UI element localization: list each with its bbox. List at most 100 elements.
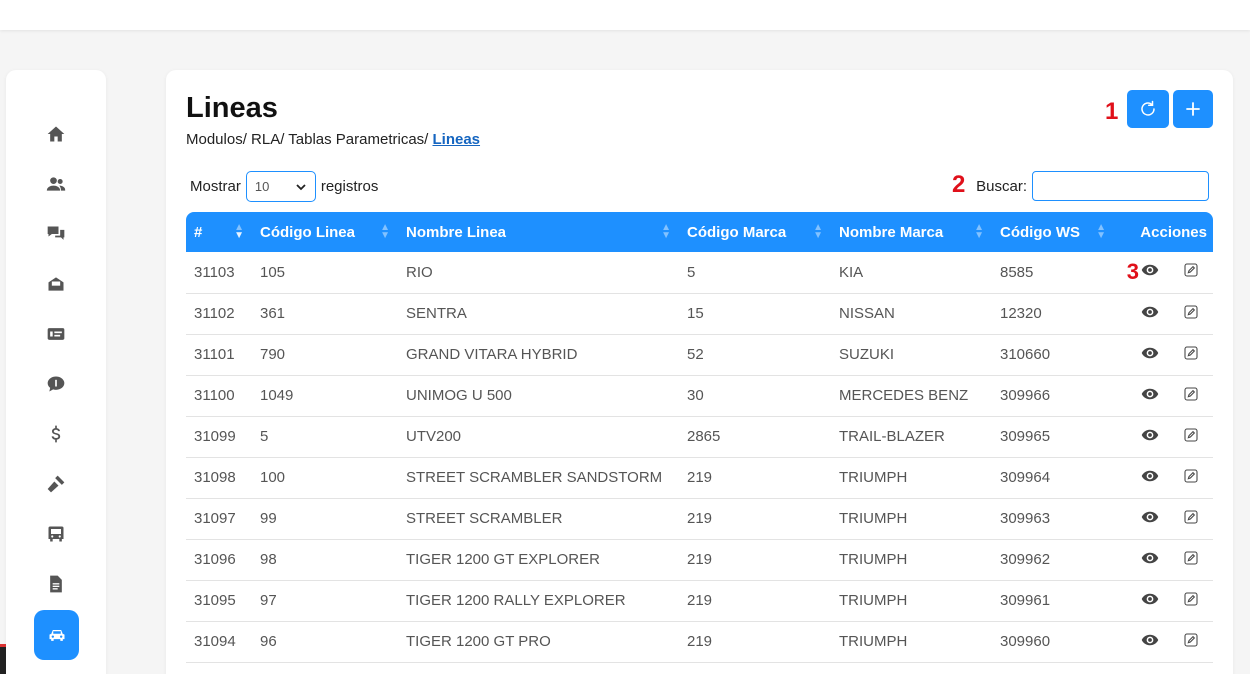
column-header-nombre-marca[interactable]: Nombre Marca ▲ ▼ (831, 212, 992, 252)
edit-icon[interactable] (1183, 304, 1199, 324)
column-header-id[interactable]: # ▲ ▼ (186, 212, 252, 252)
search-box: Buscar: (976, 171, 1209, 201)
view-icon[interactable] (1141, 344, 1159, 366)
cell-codigo-marca: 219 (679, 621, 831, 663)
view-icon[interactable] (1141, 303, 1159, 325)
edit-icon[interactable] (1183, 591, 1199, 611)
column-header-codigo-ws[interactable]: Código WS ▲ ▼ (992, 212, 1114, 252)
sidebar-item-vehicles[interactable] (34, 610, 79, 660)
view-icon[interactable] (1141, 590, 1159, 612)
cell-codigo-linea: 790 (252, 334, 398, 376)
edit-icon[interactable] (1183, 427, 1199, 447)
length-menu-prefix: Mostrar (190, 178, 241, 195)
column-header-nombre-linea[interactable]: Nombre Linea ▲ ▼ (398, 212, 679, 252)
table-row: 31102 361 SENTRA 15 NISSAN 12320 (186, 293, 1213, 335)
table-header-row: # ▲ ▼ Código Linea ▲ ▼ Nombre Linea ▲ ▼ Código… (186, 212, 1213, 252)
column-header-codigo-marca[interactable]: Código Marca ▲ ▼ (679, 212, 831, 252)
breadcrumb-current-link[interactable]: Lineas (433, 131, 481, 148)
cell-id: 31098 (186, 457, 252, 499)
breadcrumb-path: Modulos/ RLA/ Tablas Parametricas/ (186, 131, 433, 148)
cell-codigo-linea: 105 (252, 252, 398, 294)
table-row: 31095 97 TIGER 1200 RALLY EXPLORER 219 TRIUM… (186, 580, 1213, 622)
cell-nombre-marca: KIA (831, 252, 992, 294)
cell-codigo-marca: 219 (679, 539, 831, 581)
sidebar-item-inbox[interactable] (34, 262, 78, 306)
sidebar-item-finance[interactable] (34, 412, 78, 456)
cell-acciones (1114, 621, 1213, 663)
home-icon (47, 126, 65, 142)
cell-codigo-marca: 15 (679, 293, 831, 335)
cell-codigo-linea: 1049 (252, 375, 398, 417)
cell-codigo-ws: 309965 (992, 416, 1114, 458)
top-navbar (0, 0, 1250, 30)
comment-dollar-icon (47, 376, 65, 392)
cell-nombre-marca: MERCEDES BENZ (831, 375, 992, 417)
view-icon[interactable] (1141, 631, 1159, 653)
cell-codigo-ws: 309962 (992, 539, 1114, 581)
dollar-icon (51, 425, 61, 443)
sort-icon: ▲ ▼ (380, 222, 390, 241)
cell-codigo-ws: 309966 (992, 375, 1114, 417)
table-body: 31103 105 RIO 5 KIA 8585 3 31102 361 SENTRA 15 NISS… (186, 252, 1213, 663)
table-row: 31099 5 UTV200 2865 TRAIL-BLAZER 309965 (186, 416, 1213, 458)
table-row: 31101 790 GRAND VITARA HYBRID 52 SUZUKI 31066… (186, 334, 1213, 376)
edit-icon[interactable] (1183, 345, 1199, 365)
cell-nombre-linea: RIO (398, 252, 679, 294)
cell-id: 31099 (186, 416, 252, 458)
edit-icon[interactable] (1183, 509, 1199, 529)
main-card: Lineas Modulos/ RLA/ Tablas Parametricas… (166, 70, 1233, 674)
sidebar-item-transport[interactable] (34, 512, 78, 556)
refresh-button[interactable] (1127, 90, 1169, 128)
cell-codigo-marca: 219 (679, 580, 831, 622)
money-list-icon (47, 328, 65, 340)
bus-icon (48, 526, 64, 542)
sidebar (6, 70, 106, 674)
sort-icon: ▲ ▼ (661, 222, 671, 241)
edit-icon[interactable] (1183, 468, 1199, 488)
view-icon[interactable] (1141, 261, 1159, 283)
table-row: 31103 105 RIO 5 KIA 8585 3 (186, 252, 1213, 294)
cell-nombre-linea: TIGER 1200 GT PRO (398, 621, 679, 663)
view-icon[interactable] (1141, 549, 1159, 571)
column-header-codigo-linea[interactable]: Código Linea ▲ ▼ (252, 212, 398, 252)
sidebar-item-comments[interactable] (34, 362, 78, 406)
cell-codigo-marca: 2865 (679, 416, 831, 458)
lineas-table: # ▲ ▼ Código Linea ▲ ▼ Nombre Linea ▲ ▼ Código… (186, 212, 1213, 663)
edit-icon[interactable] (1183, 632, 1199, 652)
cell-id: 31097 (186, 498, 252, 540)
add-button[interactable] (1173, 90, 1213, 128)
page-title: Lineas (186, 92, 278, 124)
length-menu-suffix: registros (320, 178, 379, 195)
edit-icon[interactable] (1183, 550, 1199, 570)
cell-nombre-linea: UTV200 (398, 416, 679, 458)
table-row: 31097 99 STREET SCRAMBLER 219 TRIUMPH 309963 (186, 498, 1213, 540)
cell-codigo-linea: 99 (252, 498, 398, 540)
sidebar-item-users[interactable] (34, 162, 78, 206)
annotation-marker-2: 2 (952, 171, 966, 198)
cell-acciones (1114, 457, 1213, 499)
edit-icon[interactable] (1183, 386, 1199, 406)
plus-icon (1186, 102, 1200, 116)
cell-nombre-linea: UNIMOG U 500 (398, 375, 679, 417)
sidebar-item-payments[interactable] (34, 312, 78, 356)
cell-codigo-ws: 309961 (992, 580, 1114, 622)
table-row: 31096 98 TIGER 1200 GT EXPLORER 219 TRIUMPH 3… (186, 539, 1213, 581)
cell-codigo-linea: 361 (252, 293, 398, 335)
view-icon[interactable] (1141, 508, 1159, 530)
users-icon (46, 177, 66, 191)
page-length-select[interactable]: 10 (245, 171, 316, 202)
view-icon[interactable] (1141, 467, 1159, 489)
edit-icon[interactable] (1183, 262, 1199, 282)
cell-id: 31101 (186, 334, 252, 376)
view-icon[interactable] (1141, 426, 1159, 448)
view-icon[interactable] (1141, 385, 1159, 407)
sidebar-item-questions[interactable] (34, 212, 78, 256)
cell-codigo-marca: 219 (679, 457, 831, 499)
search-input[interactable] (1032, 171, 1209, 201)
cell-acciones (1114, 375, 1213, 417)
sidebar-item-documents[interactable] (34, 562, 78, 606)
sort-desc-icon: ▲ ▼ (234, 222, 244, 241)
gavel-icon (47, 475, 65, 493)
sidebar-item-home[interactable] (34, 112, 78, 156)
sidebar-item-legal[interactable] (34, 462, 78, 506)
